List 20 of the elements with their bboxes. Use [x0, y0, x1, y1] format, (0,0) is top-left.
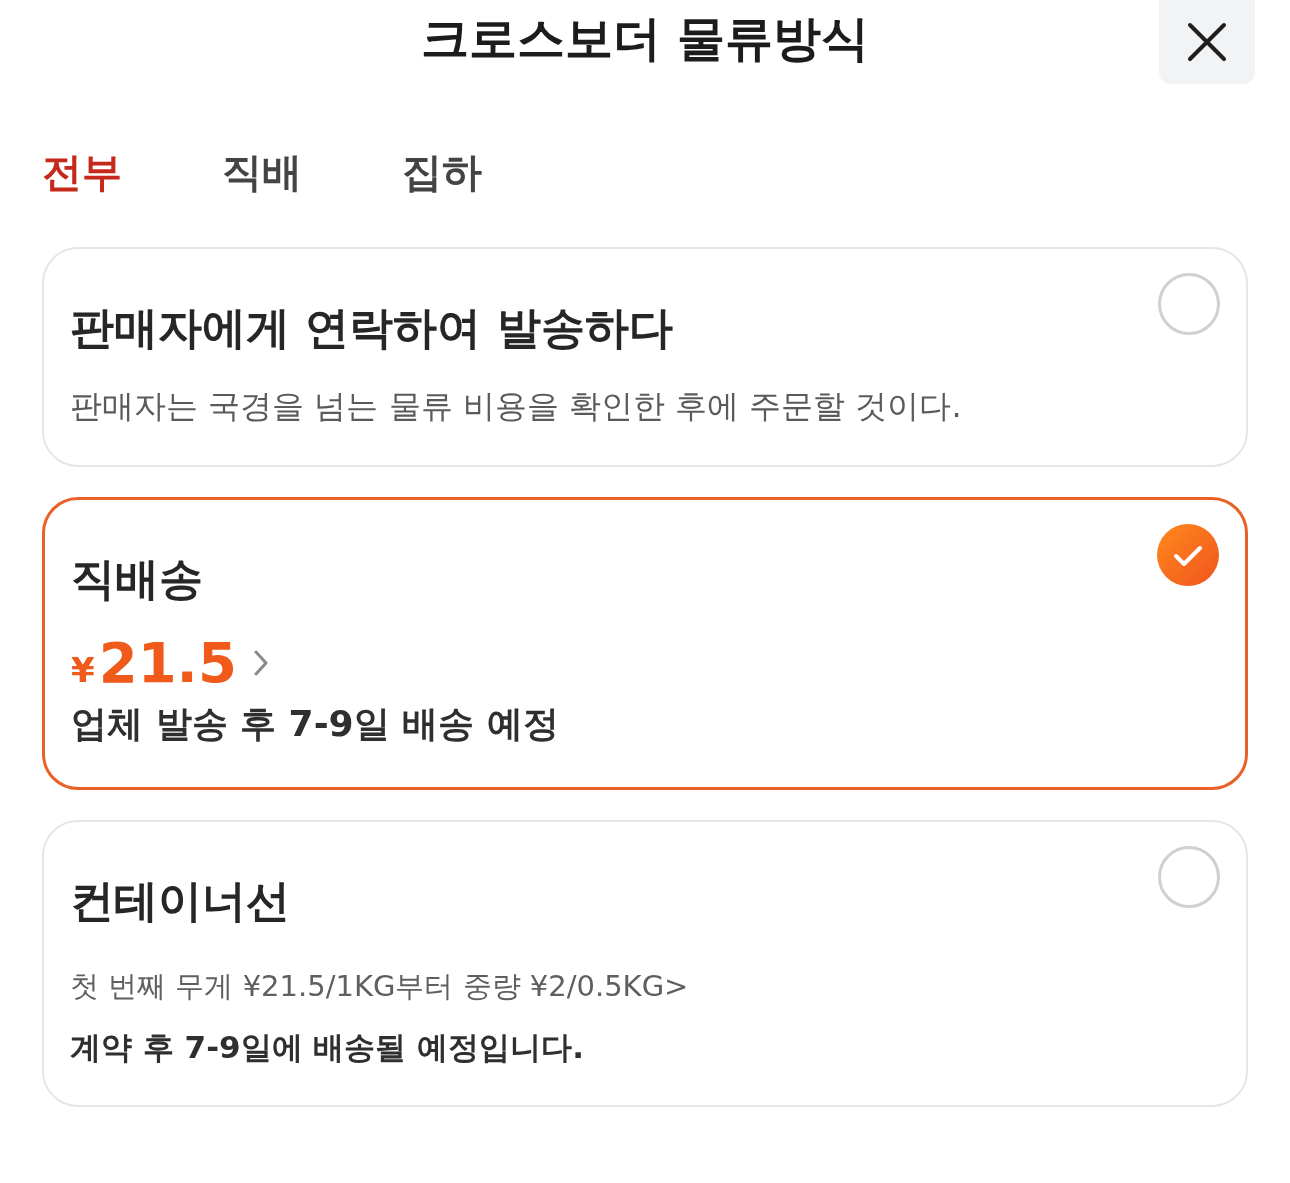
shipping-option-card[interactable]: 직배송 ¥21.5 업체 발송 후 7-9일 배송 예정 — [42, 497, 1248, 790]
option-note: 판매자는 국경을 넘는 물류 비용을 확인한 후에 주문할 것이다. — [70, 386, 962, 427]
close-icon — [1187, 22, 1227, 62]
chevron-right-icon — [252, 649, 269, 677]
delivery-estimate: 업체 발송 후 7-9일 배송 예정 — [71, 702, 559, 746]
option-title: 컨테이너선 — [70, 874, 290, 928]
option-title: 직배송 — [71, 552, 203, 606]
radio-button[interactable] — [1157, 524, 1219, 586]
delivery-estimate: 계약 후 7-9일에 배송될 예정입니다. — [70, 1028, 584, 1067]
dialog-title: 크로스보더 물류방식 — [420, 9, 870, 68]
shipping-option-card[interactable]: 컨테이너선 첫 번째 무게 ¥21.5/1KG부터 중량 ¥2/0.5KG> 계약 후 7-9일에 배송될 예정입니다. — [42, 820, 1248, 1107]
radio-button[interactable] — [1158, 846, 1220, 908]
filter-tab[interactable]: 집하 — [402, 147, 482, 197]
filter-tab[interactable]: 전부 — [42, 147, 122, 197]
shipping-option-card[interactable]: 판매자에게 연락하여 발송하다 판매자는 국경을 넘는 물류 비용을 확인한 후에 주문할 것이다. — [42, 247, 1248, 467]
option-title: 판매자에게 연락하여 발송하다 — [70, 301, 673, 355]
radio-button[interactable] — [1158, 273, 1220, 335]
filter-tab[interactable]: 직배 — [222, 147, 302, 197]
rate-text: 첫 번째 무게 ¥21.5/1KG부터 중량 ¥2/0.5KG> — [70, 968, 689, 1005]
close-button[interactable] — [1159, 0, 1255, 84]
